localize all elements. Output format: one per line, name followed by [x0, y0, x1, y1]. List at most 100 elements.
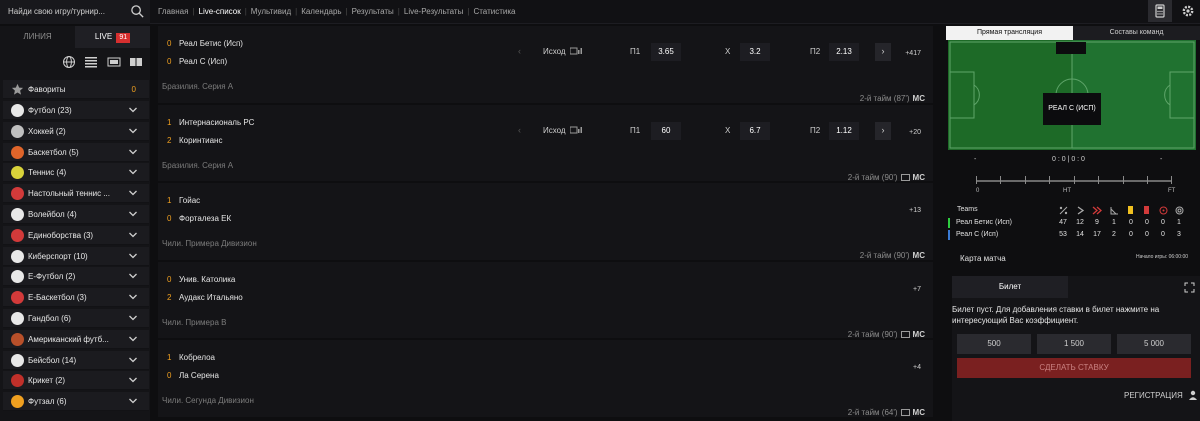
chevron-down-icon[interactable]	[128, 167, 138, 177]
more-markets-count[interactable]: +20	[909, 129, 921, 136]
match-row[interactable]: 1 Гойас 0 Форталеза ЕК +13 Чили. Примера Диви…	[158, 183, 933, 260]
match-row[interactable]: 0 Реал Бетис (Исп) 0 Реал С (Исп) +417 Бразил…	[158, 26, 933, 103]
globe-icon[interactable]	[62, 55, 76, 69]
chevron-down-icon[interactable]	[128, 188, 138, 198]
search-input[interactable]: Найди свою игру/турнир...	[8, 7, 105, 16]
stats-icon[interactable]	[570, 126, 582, 134]
chevron-down-icon[interactable]	[128, 147, 138, 157]
settings-button[interactable]	[1176, 0, 1200, 22]
tab-line[interactable]: ЛИНИЯ	[0, 26, 75, 48]
sidebar-sport-item[interactable]: Крикет (2)	[3, 371, 149, 391]
search-box[interactable]: Найди свою игру/турнир...	[0, 0, 150, 24]
sidebar-sport-item[interactable]: Бейсбол (14)	[3, 350, 149, 370]
chevron-down-icon[interactable]	[128, 271, 138, 281]
team-away[interactable]: 0 Форталеза ЕК	[167, 214, 231, 223]
nav-item[interactable]: Live-список	[199, 7, 241, 16]
sidebar-sport-item[interactable]: Американский футб...	[3, 329, 149, 349]
chevron-down-icon[interactable]	[128, 251, 138, 261]
team-home[interactable]: 1 Кобрелоа	[167, 353, 215, 362]
team-home[interactable]: 0 Унив. Католика	[167, 275, 235, 284]
team-home[interactable]: 0 Реал Бетис (Исп)	[167, 39, 243, 48]
tab-live[interactable]: LIVE 91	[75, 26, 150, 48]
grid-view-icon[interactable]	[129, 55, 143, 69]
expand-icon[interactable]	[1184, 282, 1195, 293]
calculator-button[interactable]	[1148, 0, 1172, 22]
odd-x-button[interactable]: 6.7	[740, 121, 770, 140]
chevron-down-icon[interactable]	[128, 292, 138, 302]
compact-view-icon[interactable]	[107, 55, 121, 69]
chevron-down-icon[interactable]	[128, 396, 138, 406]
register-link[interactable]: РЕГИСТРАЦИЯ	[1124, 390, 1198, 400]
match-center-badge[interactable]: MC	[913, 330, 925, 339]
chevron-down-icon[interactable]	[128, 209, 138, 219]
sidebar-sport-item[interactable]: Единоборства (3)	[3, 225, 149, 245]
search-icon[interactable]	[130, 4, 145, 19]
stake-5000-button[interactable]: 5 000	[1117, 334, 1191, 354]
sidebar-item-favorites[interactable]: Фавориты 0	[3, 80, 149, 99]
sidebar-sport-item[interactable]: Волейбол (4)	[3, 205, 149, 224]
tv-icon[interactable]	[900, 409, 910, 416]
tab-broadcast[interactable]: Прямая трансляция	[946, 26, 1073, 40]
nav-item[interactable]: Live-Результаты	[404, 7, 463, 16]
more-markets-count[interactable]: +7	[913, 286, 921, 293]
chevron-down-icon[interactable]	[128, 375, 138, 385]
chevron-left-icon[interactable]: ‹	[518, 125, 521, 135]
team-home[interactable]: 1 Интернасиональ РС	[167, 118, 254, 127]
score-right: -	[1160, 156, 1163, 163]
chevron-down-icon[interactable]	[128, 313, 138, 323]
match-center-badge[interactable]: MC	[913, 251, 925, 260]
list-view-icon[interactable]	[84, 55, 98, 69]
nav-item[interactable]: Статистика	[473, 7, 515, 16]
more-markets-count[interactable]: +417	[905, 50, 921, 57]
chevron-right-icon[interactable]: ›	[875, 43, 891, 61]
nav-item[interactable]: Главная	[158, 7, 188, 16]
match-center-badge[interactable]: MC	[913, 173, 925, 182]
chevron-right-icon[interactable]: ›	[875, 121, 891, 140]
nav-item[interactable]: Календарь	[301, 7, 341, 16]
sidebar-sport-item[interactable]: Хоккей (2)	[3, 121, 149, 141]
more-markets-count[interactable]: +4	[913, 364, 921, 371]
sidebar-sport-item[interactable]: Теннис (4)	[3, 163, 149, 183]
match-center-badge[interactable]: MC	[913, 408, 925, 417]
team-away[interactable]: 0 Ла Серена	[167, 371, 219, 380]
sidebar-sport-item[interactable]: Е-Футбол (2)	[3, 267, 149, 287]
odd-p2-button[interactable]: 1.12	[829, 121, 859, 140]
more-markets-count[interactable]: +13	[909, 207, 921, 214]
nav-item[interactable]: Результаты	[352, 7, 394, 16]
sidebar-sport-item[interactable]: Настольный теннис ...	[3, 184, 149, 204]
team-away[interactable]: 2 Аудакс Итальяно	[167, 293, 243, 302]
chevron-down-icon[interactable]	[128, 105, 138, 115]
stake-1500-button[interactable]: 1 500	[1037, 334, 1111, 354]
sidebar-sport-item[interactable]: Киберспорт (10)	[3, 246, 149, 266]
chevron-down-icon[interactable]	[128, 230, 138, 240]
match-row[interactable]: 1 Интернасиональ РС 2 Коринтианс +20 Бразилия…	[158, 104, 933, 182]
sidebar-item-label: Киберспорт (10)	[28, 251, 88, 261]
tab-ticket[interactable]: Билет	[952, 276, 1068, 298]
sidebar-sport-item[interactable]: Футзал (6)	[3, 392, 149, 412]
team-away[interactable]: 2 Коринтианс	[167, 136, 222, 145]
odd-p1-button[interactable]: 60	[651, 121, 681, 140]
chevron-down-icon[interactable]	[128, 334, 138, 344]
sidebar-sport-item[interactable]: Гандбол (6)	[3, 309, 149, 328]
sidebar-sport-item[interactable]: Футбол (23)	[3, 101, 149, 120]
stats-icon[interactable]	[570, 47, 582, 55]
team-away[interactable]: 0 Реал С (Исп)	[167, 57, 227, 66]
odd-p2-button[interactable]: 2.13	[829, 43, 859, 61]
match-center-badge[interactable]: MC	[913, 94, 925, 103]
chevron-down-icon[interactable]	[128, 355, 138, 365]
team-home[interactable]: 1 Гойас	[167, 196, 200, 205]
sidebar-sport-item[interactable]: Е-Баскетбол (3)	[3, 288, 149, 308]
chevron-down-icon[interactable]	[128, 126, 138, 136]
place-bet-button[interactable]: СДЕЛАТЬ СТАВКУ	[957, 358, 1191, 378]
nav-item[interactable]: Мультивид	[251, 7, 291, 16]
stake-500-button[interactable]: 500	[957, 334, 1031, 354]
match-row[interactable]: 1 Кобрелоа 0 Ла Серена +4 Чили. Сегунда Дивиз…	[158, 340, 933, 417]
tab-lineups[interactable]: Составы команд	[1073, 26, 1200, 40]
tv-icon[interactable]	[900, 330, 910, 338]
odd-p1-button[interactable]: 3.65	[651, 43, 681, 61]
sidebar-sport-item[interactable]: Баскетбол (5)	[3, 142, 149, 162]
match-row[interactable]: 0 Унив. Католика 2 Аудакс Итальяно +7 Чили. П…	[158, 261, 933, 339]
tv-icon[interactable]	[900, 173, 910, 181]
chevron-left-icon[interactable]: ‹	[518, 46, 521, 56]
odd-x-button[interactable]: 3.2	[740, 43, 770, 61]
